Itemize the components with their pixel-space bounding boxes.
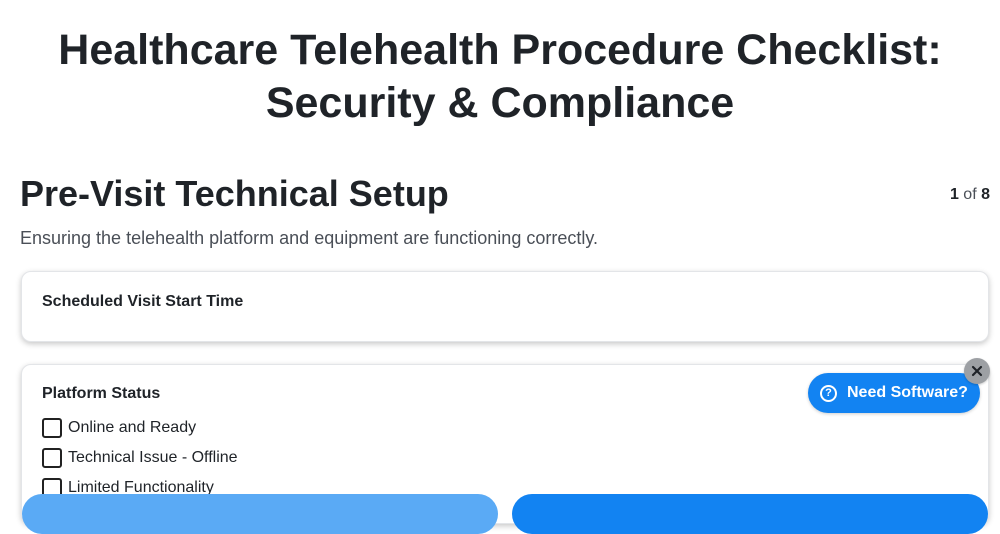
need-software-button[interactable]: ? Need Software? <box>808 373 980 413</box>
platform-status-label: Platform Status <box>42 385 161 402</box>
need-software-label: Need Software? <box>847 384 968 401</box>
pager-current: 1 <box>949 186 959 203</box>
start-time-card: Scheduled Visit Start Time <box>21 271 989 342</box>
section-description: Ensuring the telehealth platform and equ… <box>20 228 599 248</box>
section-pager: 1 of 8 <box>950 186 990 204</box>
checkbox[interactable] <box>42 418 62 438</box>
page-title-line-2: Security & Compliance <box>265 79 735 127</box>
option-online-ready[interactable]: Online and Ready <box>42 413 238 443</box>
next-button[interactable] <box>512 494 988 534</box>
checkbox[interactable] <box>42 448 62 468</box>
start-time-label: Scheduled Visit Start Time <box>42 293 244 310</box>
option-technical-issue[interactable]: Technical Issue - Offline <box>42 443 238 473</box>
close-icon <box>971 365 983 377</box>
page-title-line-1: Healthcare Telehealth Procedure Checklis… <box>58 26 942 74</box>
option-label: Online and Ready <box>68 419 197 436</box>
pager-of: of <box>963 186 977 203</box>
platform-status-options: Online and Ready Technical Issue - Offli… <box>42 413 238 503</box>
question-circle-icon: ? <box>820 384 837 402</box>
page-title: Healthcare Telehealth Procedure Checklis… <box>0 24 1000 130</box>
previous-button[interactable] <box>22 494 498 534</box>
close-widget-button[interactable] <box>964 358 990 384</box>
pager-total: 8 <box>981 186 990 203</box>
section-title: Pre-Visit Technical Setup <box>20 173 449 214</box>
option-label: Technical Issue - Offline <box>68 449 238 466</box>
